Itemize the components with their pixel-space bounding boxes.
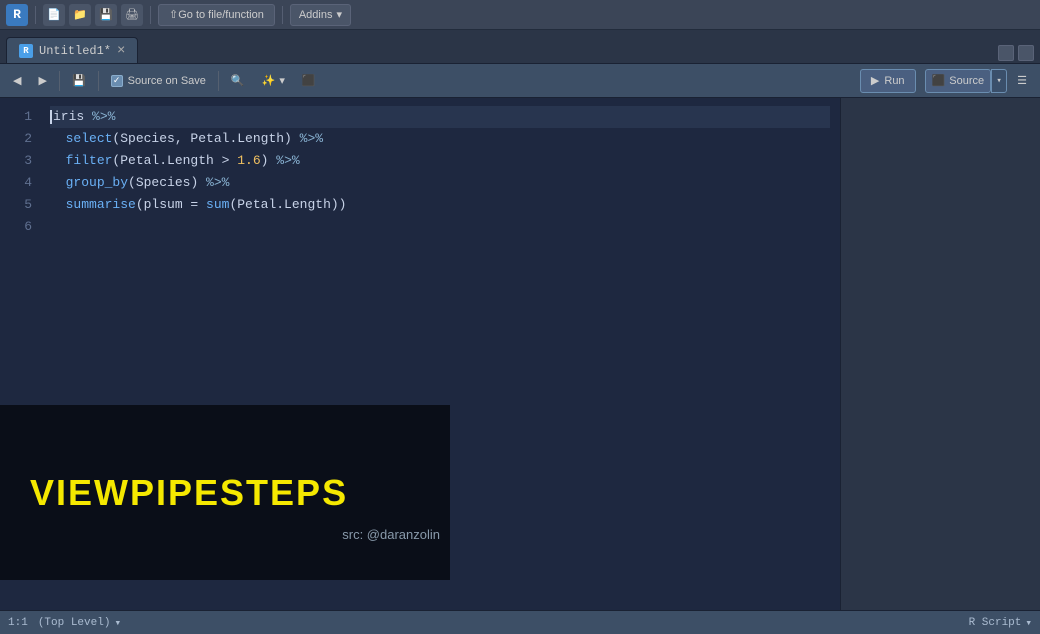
- save-icon[interactable]: 💾: [95, 4, 117, 26]
- new-file-icon[interactable]: 📄: [43, 4, 65, 26]
- language-dropdown-icon: ▾: [1025, 616, 1032, 630]
- source-icon: ⬛: [932, 74, 946, 87]
- tab-controls: [998, 45, 1034, 61]
- tab-restore-button[interactable]: [998, 45, 1014, 61]
- compile-icon: ⬛: [302, 74, 316, 87]
- addins-button[interactable]: Addins ▾: [290, 4, 351, 26]
- editor-container: 1 2 3 4 5 6 iris %>% select(Species, Pet…: [0, 98, 1040, 610]
- save-button[interactable]: 💾: [65, 69, 93, 93]
- hamburger-icon: ☰: [1017, 74, 1027, 87]
- line-num-1: 1: [24, 106, 32, 128]
- source-on-save-button[interactable]: ✓ Source on Save: [104, 69, 213, 93]
- line-num-6: 6: [24, 216, 32, 238]
- overlay-credit: src: @daranzolin: [342, 527, 440, 542]
- menu-bar: R 📄 📁 💾 🖨 ⇧ Go to file/function Addins ▾: [0, 0, 1040, 30]
- language-label: R Script: [969, 617, 1022, 629]
- text-cursor: [50, 110, 52, 124]
- code-line-3: filter(Petal.Length > 1.6) %>%: [50, 150, 830, 172]
- run-label: Run: [884, 75, 904, 87]
- rstudio-icon[interactable]: R: [6, 4, 28, 26]
- right-panel: [840, 98, 1040, 610]
- back-button[interactable]: ◀: [6, 69, 28, 93]
- tab-r-icon: R: [19, 44, 33, 58]
- line-num-2: 2: [24, 128, 32, 150]
- line-num-4: 4: [24, 172, 32, 194]
- scope-label: (Top Level): [38, 617, 111, 629]
- source-on-save-label: Source on Save: [128, 75, 206, 87]
- tab-title: Untitled1*: [39, 44, 111, 58]
- source-on-save-checkbox[interactable]: ✓: [111, 75, 123, 87]
- hamburger-button[interactable]: ☰: [1010, 69, 1034, 93]
- go-to-icon: ⇧: [169, 8, 178, 21]
- tab-untitled1[interactable]: R Untitled1* ×: [6, 37, 138, 63]
- forward-button[interactable]: ▶: [31, 69, 53, 93]
- line-num-5: 5: [24, 194, 32, 216]
- scope-dropdown-icon: ▾: [114, 616, 121, 630]
- overlay-title: ViewPipeSteps: [30, 472, 420, 514]
- go-to-button[interactable]: ⇧ Go to file/function: [158, 4, 275, 26]
- run-icon: ▶: [871, 74, 879, 87]
- addins-arrow-icon: ▾: [336, 8, 342, 21]
- search-button[interactable]: 🔍: [224, 69, 252, 93]
- compile-button[interactable]: ⬛: [295, 69, 323, 93]
- open-file-icon[interactable]: 📁: [69, 4, 91, 26]
- code-line-4: group_by(Species) %>%: [50, 172, 830, 194]
- line-num-3: 3: [24, 150, 32, 172]
- go-to-label: Go to file/function: [178, 9, 264, 21]
- source-button-group: ⬛ Source ▾: [925, 69, 1008, 93]
- source-button[interactable]: ⬛ Source: [925, 69, 992, 93]
- code-tools-button[interactable]: ✨▾: [255, 69, 292, 93]
- tab-close-button[interactable]: ×: [117, 44, 125, 58]
- menu-divider-2: [150, 6, 151, 24]
- toolbar-divider-3: [218, 71, 219, 91]
- tab-maximize-button[interactable]: [1018, 45, 1034, 61]
- source-dropdown-button[interactable]: ▾: [991, 69, 1007, 93]
- code-line-6: [50, 216, 830, 238]
- search-icon: 🔍: [231, 74, 245, 87]
- status-bar: 1:1 (Top Level) ▾ R Script ▾: [0, 610, 1040, 634]
- code-line-2: select(Species, Petal.Length) %>%: [50, 128, 830, 150]
- tab-bar: R Untitled1* ×: [0, 30, 1040, 64]
- toolbar-divider-1: [59, 71, 60, 91]
- editor-toolbar: ◀ ▶ 💾 ✓ Source on Save 🔍 ✨▾ ⬛ ▶ Run ⬛ So…: [0, 64, 1040, 98]
- code-line-5: summarise(plsum = sum(Petal.Length)): [50, 194, 830, 216]
- toolbar-divider-2: [98, 71, 99, 91]
- run-button[interactable]: ▶ Run: [860, 69, 916, 93]
- scope-status[interactable]: (Top Level) ▾: [38, 616, 121, 630]
- addins-label: Addins: [299, 9, 333, 21]
- wand-icon: ✨: [262, 74, 276, 87]
- language-status[interactable]: R Script ▾: [969, 616, 1032, 630]
- menu-divider-1: [35, 6, 36, 24]
- print-icon[interactable]: 🖨: [121, 4, 143, 26]
- cursor-position: 1:1: [8, 617, 28, 629]
- menu-divider-3: [282, 6, 283, 24]
- code-line-1: iris %>%: [50, 106, 830, 128]
- source-label: Source: [949, 75, 984, 87]
- viewpipesteps-overlay: ViewPipeSteps src: @daranzolin: [0, 405, 450, 580]
- cursor-position-value: 1:1: [8, 617, 28, 629]
